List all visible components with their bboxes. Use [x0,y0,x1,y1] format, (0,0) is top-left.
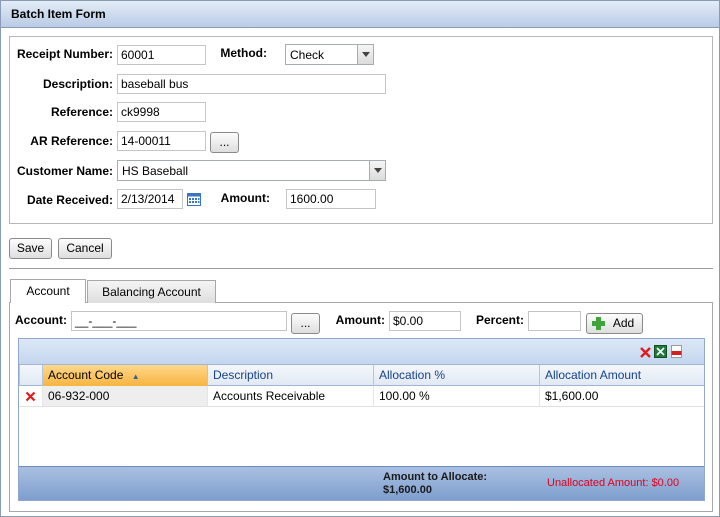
batch-item-form-window: Batch Item Form Receipt Number: 60001 Me… [0,0,720,517]
column-header-description[interactable]: Description [207,365,373,386]
receipt-number-input[interactable]: 60001 [117,45,206,65]
allocation-grid: Account Code ▲ Description Allocation % … [18,338,705,501]
method-select[interactable]: Check [285,44,374,65]
calendar-icon[interactable] [187,192,201,206]
window-title: Batch Item Form [1,1,719,28]
account-label: Account: [15,313,67,327]
reference-label: Reference: [50,105,113,119]
column-header-account-code-label: Account Code [48,368,124,382]
percent-label: Percent: [475,313,524,327]
delete-icon [25,391,36,402]
chevron-down-icon[interactable] [369,161,385,180]
cell-allocation-amount: $1,600.00 [539,386,704,406]
plus-icon [592,317,605,330]
ar-reference-label: AR Reference: [30,134,113,148]
grid-header: Account Code ▲ Description Allocation % … [19,365,704,386]
pdf-export-icon[interactable] [670,345,683,358]
amount-label: Amount: [220,191,270,205]
column-header-allocation-amount[interactable]: Allocation Amount [539,365,704,386]
column-header-account-code[interactable]: Account Code ▲ [42,365,207,386]
date-received-label: Date Received: [26,193,113,207]
amount-to-allocate-value: $1,600.00 [383,484,432,496]
customer-name-label: Customer Name: [16,164,113,178]
allocation-amount-label: Amount: [335,313,385,327]
section-divider [9,268,713,269]
method-label: Method: [220,46,267,60]
grid-toolbar [19,339,704,365]
percent-input[interactable] [528,311,581,331]
amount-to-allocate-label: Amount to Allocate: [383,471,488,483]
ar-reference-input[interactable]: 14-00011 [117,131,206,151]
cell-allocation-pct: 100.00 % [373,386,539,406]
description-label: Description: [42,77,113,91]
customer-name-value: HS Baseball [122,164,189,178]
grid-footer: Amount to Allocate: $1,600.00 Unallocate… [19,466,704,500]
customer-name-select[interactable]: HS Baseball [117,160,386,181]
receipt-number-label: Receipt Number: [16,47,113,61]
cell-description: Accounts Receivable [207,386,373,406]
sort-ascending-icon: ▲ [131,372,140,381]
chevron-down-icon[interactable] [357,45,373,64]
tab-balancing-account[interactable]: Balancing Account [87,280,216,303]
table-row[interactable]: 06-932-000 Accounts Receivable 100.00 % … [19,386,704,407]
account-lookup-button[interactable]: ... [291,313,320,334]
amount-input[interactable]: 1600.00 [286,189,376,209]
description-input[interactable]: baseball bus [117,74,386,94]
allocation-amount-input[interactable]: $0.00 [389,311,461,331]
add-button[interactable]: Add [586,313,643,334]
cancel-button[interactable]: Cancel [58,238,112,259]
excel-export-icon[interactable] [654,345,667,358]
add-button-label: Add [612,316,635,330]
grid-header-action [19,365,42,386]
amount-to-allocate: Amount to Allocate: $1,600.00 [383,471,487,497]
save-button[interactable]: Save [9,238,52,259]
delete-icon[interactable] [639,346,652,359]
unallocated-amount: Unallocated Amount: $0.00 [547,477,680,489]
reference-input[interactable]: ck9998 [117,102,206,122]
ar-reference-lookup-button[interactable]: ... [210,132,239,153]
column-header-allocation-pct[interactable]: Allocation % [373,365,539,386]
date-received-input[interactable]: 2/13/2014 [117,189,183,209]
tab-account[interactable]: Account [10,279,86,303]
method-select-value: Check [290,48,325,62]
row-delete-button[interactable] [19,386,42,406]
account-input[interactable]: __-___-___ [71,311,287,331]
cell-account-code: 06-932-000 [42,386,207,406]
